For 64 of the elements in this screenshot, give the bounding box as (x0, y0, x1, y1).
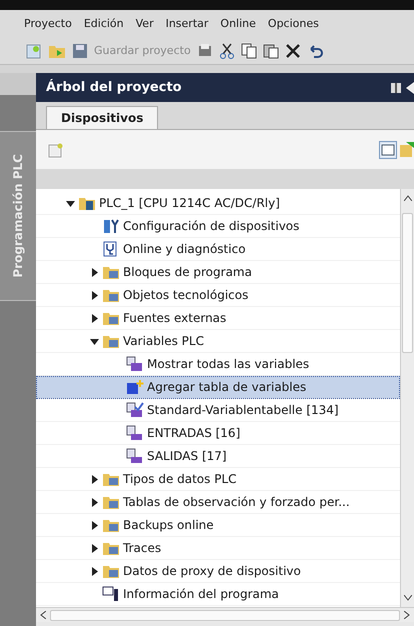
cut-icon[interactable] (218, 43, 235, 59)
scroll-right-icon[interactable] (404, 611, 410, 619)
tree-item[interactable]: Tipos de datos PLC (36, 468, 400, 491)
folder-icon (102, 563, 120, 579)
expanded-arrow-icon[interactable] (66, 198, 75, 208)
tree-item[interactable]: Standard-Variablentabelle [134] (36, 399, 400, 422)
menu-item[interactable]: Insertar (166, 16, 208, 32)
tree-item[interactable]: Tablas de observación y forzado per... (36, 491, 400, 514)
tree-item[interactable]: Fuentes externas (36, 307, 400, 330)
panel-header: Árbol del proyecto (36, 73, 414, 102)
folder-icon (102, 540, 120, 556)
table-view-icon[interactable] (379, 140, 397, 158)
tree-item[interactable]: Información del programa (36, 583, 400, 606)
delete-icon[interactable] (284, 43, 301, 59)
folder-icon (102, 287, 120, 303)
tree-item[interactable]: Backups online (36, 514, 400, 537)
horizontal-scrollbar[interactable] (36, 607, 414, 622)
tree-item[interactable]: Bloques de programa (36, 261, 400, 284)
vertical-scrollbar[interactable] (400, 189, 414, 607)
folder-icon (102, 471, 120, 487)
tree-item[interactable]: Traces (36, 537, 400, 560)
menu-item[interactable]: Online (220, 16, 256, 32)
tree-item[interactable]: Variables PLC (36, 330, 400, 353)
tree-item[interactable]: Online y diagnóstico (36, 238, 400, 261)
menu-item[interactable]: Opciones (268, 16, 319, 32)
tree-item[interactable]: Agregar tabla de variables (36, 376, 400, 399)
tree-item[interactable]: Datos de proxy de dispositivo (36, 560, 400, 583)
collapsed-arrow-icon[interactable] (90, 474, 99, 484)
tree-item[interactable]: Configuración de dispositivos (36, 215, 400, 238)
scroll-left-icon[interactable] (40, 611, 46, 619)
collapsed-arrow-icon[interactable] (90, 520, 99, 530)
collapse-arrow-icon[interactable] (406, 82, 414, 94)
folder-icon (102, 310, 120, 326)
tools-icon (102, 218, 120, 234)
folder-icon (102, 264, 120, 280)
tree-item[interactable]: SALIDAS [17] (36, 445, 400, 468)
print-icon[interactable] (196, 43, 213, 59)
export-table-icon[interactable] (400, 142, 414, 158)
tree-item[interactable]: ENTRADAS [16] (36, 422, 400, 445)
collapsed-arrow-icon[interactable] (90, 498, 99, 506)
collapsed-arrow-icon[interactable] (90, 268, 99, 276)
scroll-up-icon[interactable] (404, 195, 412, 201)
panel-layout-icon[interactable] (390, 82, 402, 94)
save-icon[interactable] (72, 43, 88, 59)
collapsed-arrow-icon[interactable] (90, 314, 99, 322)
menu-item[interactable]: Ver (136, 16, 154, 32)
table-check-icon (126, 402, 144, 418)
scroll-down-icon[interactable] (404, 595, 412, 601)
collapsed-arrow-icon[interactable] (90, 544, 99, 552)
tree-item[interactable]: Objetos tecnológicos (36, 284, 400, 307)
tree-item[interactable]: PLC_1 [CPU 1214C AC/DC/Rly] (36, 192, 400, 215)
copy-icon[interactable] (240, 43, 257, 59)
folder-icon (102, 517, 120, 533)
tab[interactable]: Dispositivos (46, 106, 158, 129)
collapsed-arrow-icon[interactable] (90, 290, 99, 300)
folder-icon (102, 494, 120, 510)
folder-icon (78, 195, 96, 211)
paste-icon[interactable] (262, 43, 279, 59)
collapsed-arrow-icon[interactable] (90, 566, 99, 576)
folder-icon (102, 333, 120, 349)
menu-item[interactable]: Proyecto (24, 16, 72, 32)
add-table-icon (126, 379, 144, 395)
menu-item[interactable]: Edición (84, 16, 124, 32)
expanded-arrow-icon[interactable] (90, 336, 99, 346)
